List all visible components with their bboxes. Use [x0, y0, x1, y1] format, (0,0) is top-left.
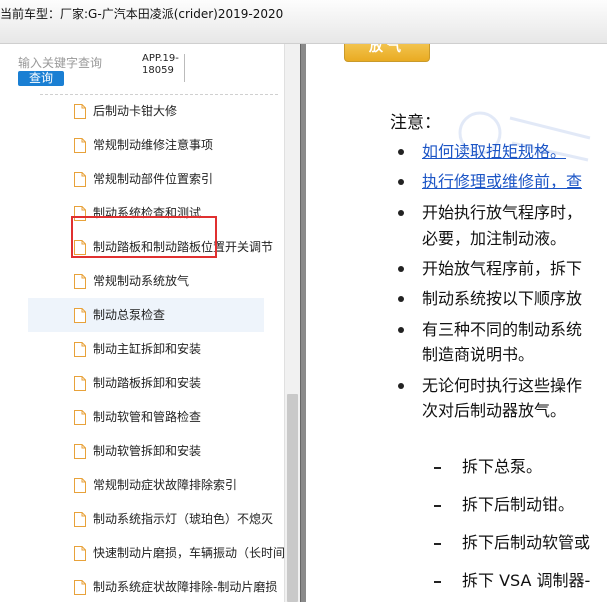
- note-text: 有三种不同的制动系统: [422, 320, 583, 339]
- step-text: 拆下后制动钳。: [462, 495, 575, 514]
- document-icon: [74, 138, 86, 153]
- bleed-header-button[interactable]: 放气: [344, 44, 430, 62]
- tree-item[interactable]: 常规制动维修注意事项: [28, 128, 264, 162]
- tree-item-label: 制动主缸拆卸和安装: [93, 342, 202, 356]
- tree-item-label: 常规制动症状故障排除索引: [93, 478, 238, 492]
- app-window: 当前车型：厂家:G-广汽本田凌派(crider)2019-2020 查询 APP…: [0, 0, 607, 602]
- note-text: 制动系统按以下顺序放: [422, 289, 583, 308]
- tree-item-label: 后制动卡钳大修: [93, 104, 178, 118]
- tree-item-label: 制动踏板拆卸和安装: [93, 376, 202, 390]
- search-area: 查询 APP.19-18059: [0, 44, 282, 96]
- tree-item-label: 制动系统指示灯（琥珀色）不熄灭: [93, 512, 274, 526]
- search-input[interactable]: [18, 53, 136, 73]
- step-text: 拆下 VSA 调制器-: [462, 571, 591, 590]
- step-dash: [434, 581, 441, 583]
- step-dash: [434, 505, 441, 507]
- step-dash: [434, 543, 441, 545]
- tree-item-label: 制动总泵检查: [93, 308, 166, 322]
- document-icon: [74, 308, 86, 323]
- step-dash: [434, 467, 441, 469]
- bullet-dot: [398, 210, 404, 216]
- document-icon: [74, 274, 86, 289]
- note-text: 次对后制动器放气。: [422, 401, 567, 420]
- bullet-dot: [398, 383, 404, 389]
- tree-item[interactable]: 制动踏板拆卸和安装: [28, 366, 264, 400]
- note-text: 制造商说明书。: [422, 345, 535, 364]
- tree-item[interactable]: 常规制动部件位置索引: [28, 162, 264, 196]
- tree-item-label: 常规制动系统放气: [93, 274, 190, 288]
- left-navigation-pane: 查询 APP.19-18059 后制动卡钳大修常规制动维修注意事项常规制动部件位…: [0, 44, 300, 602]
- tree-item-label: 常规制动维修注意事项: [93, 138, 214, 152]
- step-text: 拆下后制动软管或: [462, 533, 591, 552]
- document-icon: [74, 546, 86, 561]
- app-version: APP.19-18059: [142, 53, 179, 76]
- document-icon: [74, 342, 86, 357]
- tree-item[interactable]: 常规制动症状故障排除索引: [28, 468, 264, 502]
- left-scrollbar[interactable]: [284, 44, 300, 602]
- scrollbar-thumb[interactable]: [287, 394, 298, 602]
- tree-item-label: 制动系统症状故障排除-制动片磨损: [93, 580, 278, 594]
- tree-item[interactable]: 快速制动片磨损，车辆振动（长时间: [28, 536, 285, 570]
- document-icon: [74, 376, 86, 391]
- note-link[interactable]: 执行修理或维修前，查: [422, 171, 582, 193]
- tree-item[interactable]: 制动软管拆卸和安装: [28, 434, 264, 468]
- watermark: [458, 111, 591, 162]
- tree-item[interactable]: 制动系统症状故障排除-制动片磨损: [28, 570, 277, 602]
- bullet-dot: [398, 149, 404, 155]
- tree-item-label: 快速制动片磨损，车辆振动（长时间: [93, 546, 286, 560]
- tree-item[interactable]: 制动总泵检查: [28, 298, 264, 332]
- tree-item[interactable]: 制动系统指示灯（琥珀色）不熄灭: [28, 502, 273, 536]
- document-icon: [74, 172, 86, 187]
- document-icon: [74, 512, 86, 527]
- document-icon: [74, 104, 86, 119]
- step-text: 拆下总泵。: [462, 457, 543, 476]
- tree-item[interactable]: 制动软管和管路检查: [28, 400, 264, 434]
- note-title: 注意：: [390, 113, 441, 133]
- bullet-dot: [398, 266, 404, 272]
- note-text: 开始执行放气程序时，: [422, 203, 583, 222]
- note-text: 无论何时执行这些操作: [422, 376, 583, 395]
- tree-item[interactable]: 常规制动系统放气: [28, 264, 264, 298]
- divider: [184, 54, 185, 82]
- document-icon: [74, 580, 86, 595]
- tree-item[interactable]: 制动主缸拆卸和安装: [28, 332, 264, 366]
- title-bar: 当前车型：厂家:G-广汽本田凌派(crider)2019-2020: [0, 0, 607, 44]
- tree-item[interactable]: 后制动卡钳大修: [28, 94, 264, 128]
- bullet-dot: [398, 296, 404, 302]
- note-text: 必要，加注制动液。: [422, 229, 567, 248]
- bullet-dot: [398, 179, 404, 185]
- bullet-dot: [398, 327, 404, 333]
- note-text: 开始放气程序前，拆下: [422, 259, 583, 278]
- vehicle-model-title: 当前车型：厂家:G-广汽本田凌派(crider)2019-2020: [0, 7, 284, 21]
- tree-item-label: 制动软管拆卸和安装: [93, 444, 202, 458]
- document-icon: [74, 478, 86, 493]
- document-icon: [74, 410, 86, 425]
- search-button[interactable]: 查询: [18, 71, 64, 86]
- note-link[interactable]: 如何读取扭矩规格。: [422, 141, 566, 163]
- selection-highlight-box: [71, 216, 217, 258]
- content-pane: 放气 注意： 如何读取扭矩规格。 执行修理或维修前，查 开始执行放气程序时， 必要，加…: [306, 44, 607, 602]
- tree-item-label: 制动软管和管路检查: [93, 410, 202, 424]
- document-icon: [74, 444, 86, 459]
- tree-item-label: 常规制动部件位置索引: [93, 172, 214, 186]
